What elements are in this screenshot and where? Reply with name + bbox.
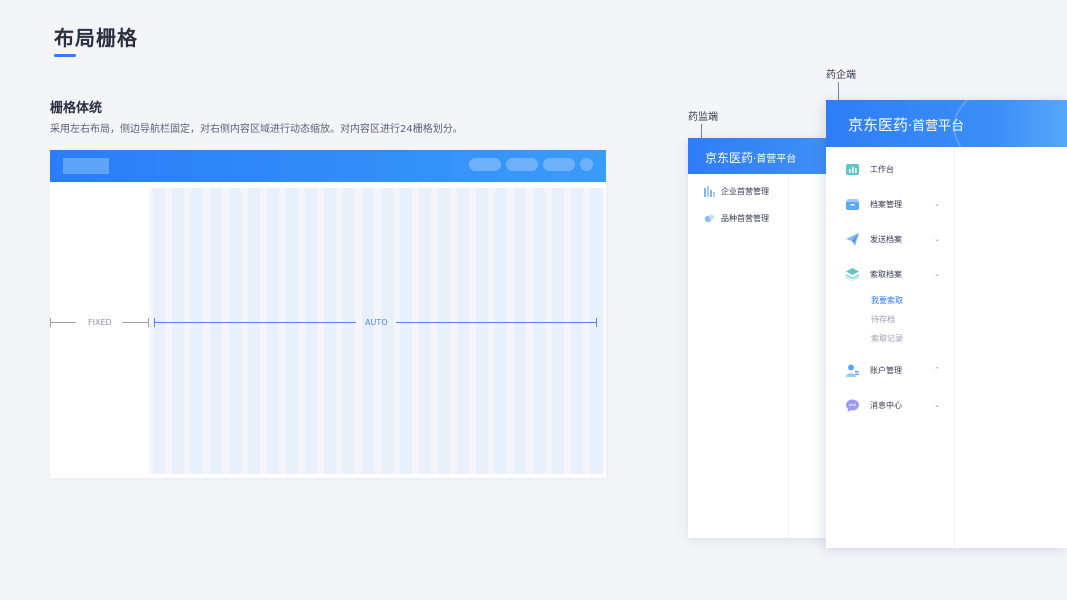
enterprise-logo: 京东医药·首营平台 — [848, 114, 964, 135]
grid-column — [551, 188, 564, 474]
grid-layout-demo: FIXED AUTO — [50, 150, 606, 478]
demo-header-bar — [50, 150, 606, 182]
fixed-measure-line-right — [122, 322, 148, 323]
sidebar-item-archive-management[interactable]: 档案管理 ⌄ — [846, 196, 940, 212]
grid-column — [380, 188, 393, 474]
grid-column — [532, 188, 545, 474]
grid-column — [171, 188, 184, 474]
submenu-item-pending-archive[interactable]: 待存档 — [871, 314, 895, 325]
sidebar-item-label: 发送档案 — [870, 234, 902, 244]
page-title: 布局栅格 — [54, 26, 138, 50]
building-chart-icon — [704, 186, 715, 197]
grid-column — [437, 188, 450, 474]
sidebar-item-account-management[interactable]: 账户管理 ⌃ — [846, 362, 940, 378]
sidebar-item-message-center[interactable]: 消息中心 ⌄ — [846, 397, 940, 413]
user-icon — [846, 364, 859, 377]
regulator-callout-label: 药监端 — [688, 112, 718, 123]
sidebar-item-request-archive[interactable]: 索取档案 ⌄ — [846, 266, 940, 282]
grid-column — [190, 188, 203, 474]
fixed-measure-line-left — [50, 322, 76, 323]
auto-measure-line-left — [154, 322, 356, 323]
grid-column — [342, 188, 355, 474]
grid-column — [418, 188, 431, 474]
sidebar-item-enterprise-first-camp[interactable]: 企业首营管理 — [704, 186, 769, 197]
grid-column — [361, 188, 374, 474]
grid-column — [399, 188, 412, 474]
grid-column — [228, 188, 241, 474]
demo-nav-pill — [469, 158, 501, 171]
grid-column — [285, 188, 298, 474]
stack-icon — [846, 267, 859, 281]
submenu-item-request-records[interactable]: 索取记录 — [871, 333, 903, 344]
sidebar-divider — [788, 174, 789, 538]
chat-bubble-icon — [846, 399, 859, 412]
chevron-down-icon: ⌄ — [934, 270, 940, 278]
logo-main-text: 京东医药 — [705, 151, 754, 165]
pills-icon — [704, 213, 715, 224]
sidebar-item-variety-first-camp[interactable]: 品种首营管理 — [704, 213, 769, 224]
grid-column — [152, 188, 165, 474]
demo-logo-placeholder — [63, 158, 109, 174]
sidebar-item-label: 品种首营管理 — [721, 214, 769, 223]
regulator-sidebar-panel: 京东医药·首营平台 企业首营管理 品种首营管理 — [688, 138, 828, 538]
sidebar-item-send-archive[interactable]: 发送档案 ⌄ — [846, 231, 940, 247]
enterprise-sidebar-panel: 京东医药·首营平台 工作台 档案管理 ⌄ 发送档案 ⌄ 索取档案 ⌄ 我要索取 … — [826, 100, 1067, 548]
grid-column — [570, 188, 583, 474]
demo-nav-pill — [543, 158, 575, 171]
submenu-item-request[interactable]: 我要索取 — [871, 295, 903, 306]
grid-column — [589, 188, 602, 474]
sidebar-item-label: 工作台 — [870, 164, 894, 174]
enterprise-callout-label: 药企端 — [826, 70, 856, 81]
fixed-label: FIXED — [88, 318, 112, 327]
auto-measure-line-right — [396, 322, 596, 323]
sidebar-divider — [954, 147, 955, 548]
grid-column — [209, 188, 222, 474]
chevron-down-icon: ⌄ — [934, 235, 940, 243]
section-description: 采用左右布局，侧边导航栏固定，对右侧内容区域进行动态缩放。对内容区进行24栅格划… — [50, 124, 463, 135]
sidebar-item-label: 消息中心 — [870, 400, 902, 410]
grid-column — [247, 188, 260, 474]
chevron-up-icon: ⌃ — [934, 366, 940, 374]
grid-column — [494, 188, 507, 474]
grid-column — [456, 188, 469, 474]
grid-column — [304, 188, 317, 474]
content-grid-area — [149, 188, 605, 474]
sidebar-item-label: 企业首营管理 — [721, 187, 769, 196]
chevron-down-icon: ⌄ — [934, 200, 940, 208]
section-title: 栅格体统 — [50, 101, 103, 116]
grid-column — [323, 188, 336, 474]
logo-sub-text: ·首营平台 — [753, 154, 797, 165]
sidebar-item-workbench[interactable]: 工作台 — [846, 161, 940, 177]
title-underline — [54, 54, 76, 57]
logo-sub-text: ·首营平台 — [908, 119, 965, 134]
grid-column — [266, 188, 279, 474]
fixed-measure-tick-right — [148, 318, 149, 327]
auto-label: AUTO — [365, 318, 388, 327]
sidebar-item-label: 索取档案 — [870, 269, 902, 279]
demo-nav-pill — [506, 158, 538, 171]
archive-box-icon — [846, 198, 859, 211]
regulator-logo: 京东医药·首营平台 — [705, 149, 796, 166]
sidebar-item-label: 档案管理 — [870, 199, 902, 209]
grid-column — [513, 188, 526, 474]
enterprise-header: 京东医药·首营平台 — [826, 100, 1067, 147]
regulator-header: 京东医药·首营平台 — [688, 138, 828, 174]
logo-main-text: 京东医药 — [848, 116, 909, 134]
dashboard-icon — [846, 163, 859, 176]
grid-column — [475, 188, 488, 474]
sidebar-item-label: 账户管理 — [870, 365, 902, 375]
chevron-down-icon: ⌄ — [934, 401, 940, 409]
paper-plane-icon — [846, 232, 859, 246]
header-decoration — [953, 100, 1067, 147]
auto-measure-tick-right — [596, 318, 597, 327]
demo-avatar-placeholder — [580, 158, 593, 171]
